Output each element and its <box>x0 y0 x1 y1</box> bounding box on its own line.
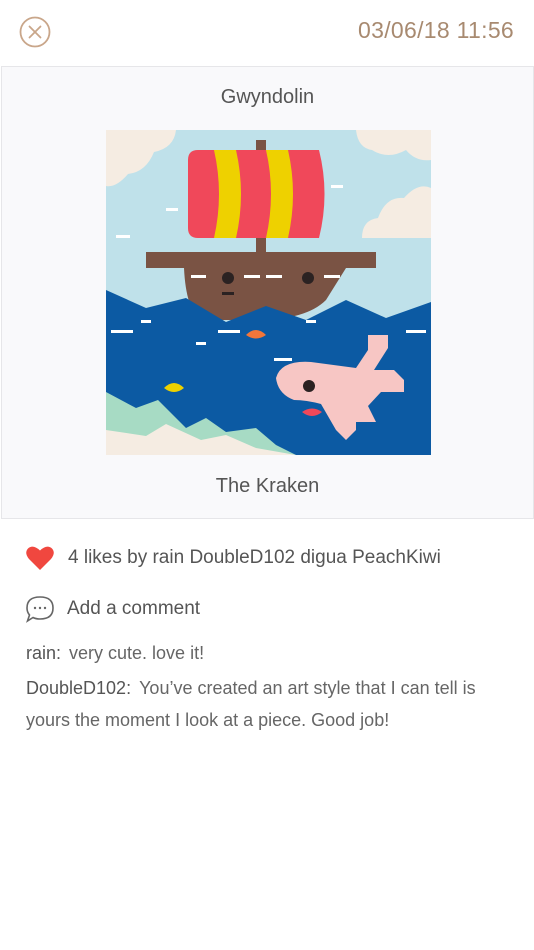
add-comment-label[interactable]: Add a comment <box>67 598 200 620</box>
close-circle-icon <box>19 16 51 48</box>
artwork-card: Gwyndolin The Kraken <box>1 66 534 519</box>
close-button[interactable] <box>19 16 51 48</box>
likes-summary[interactable]: 4 likes by rain DoubleD102 digua PeachKi… <box>68 547 441 569</box>
comment-username[interactable]: rain: <box>26 643 61 663</box>
comment-item: rain: very cute. love it! <box>26 637 496 669</box>
comment-text: very cute. love it! <box>69 643 205 663</box>
artwork-title: The Kraken <box>215 475 320 497</box>
speech-bubble-icon <box>26 596 54 623</box>
post-timestamp: 03/06/18 11:56 <box>358 17 514 43</box>
heart-icon <box>26 546 54 570</box>
ship-kraken-artwork <box>106 130 431 455</box>
comment-list: rain: very cute. love it! DoubleD102: You’… <box>26 637 496 739</box>
author-name[interactable]: Gwyndolin <box>2 86 533 109</box>
likes-row: 4 likes by rain DoubleD102 digua PeachKi… <box>26 543 441 573</box>
comment-item: DoubleD102: You’ve created an art style t… <box>26 672 496 736</box>
like-button[interactable] <box>26 545 54 571</box>
top-bar: 03/06/18 11:56 <box>0 0 534 66</box>
comment-username[interactable]: DoubleD102: <box>26 678 131 698</box>
add-comment-button[interactable]: Add a comment <box>25 594 200 624</box>
artwork-image[interactable] <box>106 130 431 455</box>
